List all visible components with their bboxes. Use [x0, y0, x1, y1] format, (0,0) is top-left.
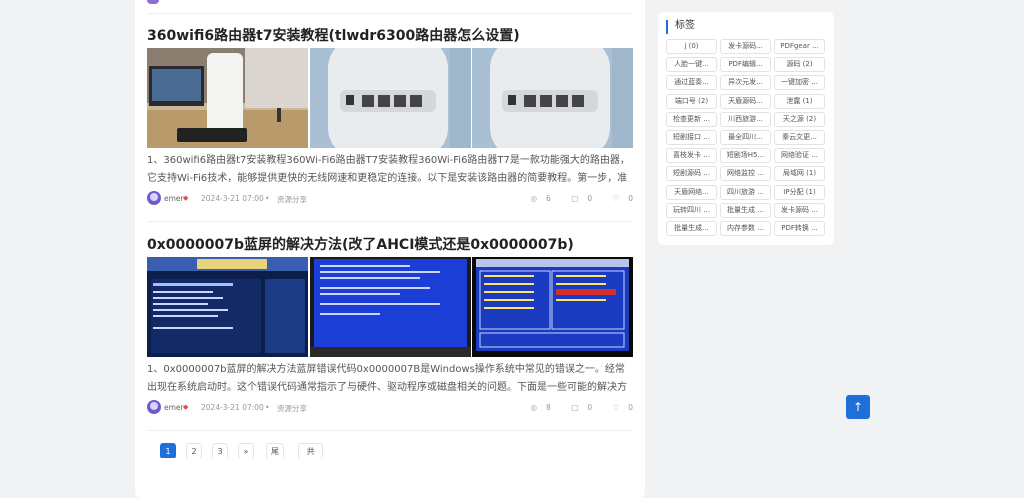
tag-item[interactable]: j (0)	[666, 39, 717, 54]
post-card: 0x0000007b蓝屏的解决方法(改了AHCI模式还是0x0000007b)	[147, 235, 633, 414]
post-date: 2024-3-21 07:00	[201, 194, 264, 203]
cmos-setup-thumbnail[interactable]	[472, 257, 633, 357]
author-name[interactable]: emer	[164, 194, 184, 203]
blue-screen-thumbnail[interactable]	[310, 257, 471, 357]
likes-stat: ♡ 0	[612, 403, 633, 412]
tag-cloud-widget: 标签 j (0) 发卡源码... PDFgear ... 人脸一键... PDF编辑..…	[658, 12, 834, 245]
separator-dot: •	[265, 403, 270, 412]
divider	[147, 13, 633, 14]
next-section-card	[135, 458, 645, 498]
tag-item[interactable]: 川西旅游...	[720, 111, 771, 127]
last-page-button[interactable]: 尾页	[266, 443, 284, 472]
tag-item[interactable]: 短剧源码 ...	[666, 166, 717, 182]
separator-dot: •	[265, 194, 270, 203]
tag-item[interactable]: 内存参数 ...	[720, 221, 771, 236]
post-list: 360wifi6路由器t7安装教程(tlwdr6300路由器怎么设置) 1、36…	[135, 0, 645, 470]
post-meta: emer ◆ 2024-3-21 07:00 • 资源分享 ◎ 8 ▢ 0 ♡ 0	[147, 400, 633, 416]
tag-item[interactable]: 发卡源码 ...	[774, 202, 825, 218]
router-photo-thumbnail[interactable]	[147, 48, 308, 148]
diamond-icon: ◆	[183, 403, 189, 411]
post-meta: emer ◆ 2024-3-21 07:00 • 资源分享 ◎ 6 ▢ 0 ♡ 0	[147, 191, 633, 207]
views-stat: ◎ 6	[530, 194, 551, 203]
total-pages-label: 共 705 页	[298, 443, 324, 488]
tag-item[interactable]: 发卡源码...	[720, 39, 771, 54]
post-thumbnails[interactable]	[147, 48, 633, 148]
tag-item[interactable]: 端口号 (2)	[666, 93, 717, 109]
tag-item[interactable]: PDF编辑...	[720, 57, 771, 73]
tag-item[interactable]: 网络验证 ...	[774, 148, 825, 164]
tag-item[interactable]: 天盾网络...	[666, 184, 717, 200]
tag-item[interactable]: 网络监控 ...	[720, 166, 771, 182]
post-title[interactable]: 360wifi6路由器t7安装教程(tlwdr6300路由器怎么设置)	[147, 26, 633, 46]
comments-stat: ▢ 0	[571, 194, 593, 203]
comments-stat: ▢ 0	[571, 403, 593, 412]
post-date: 2024-3-21 07:00	[201, 403, 264, 412]
thumbs-up-icon: ♡	[612, 403, 620, 412]
diamond-icon: ◆	[183, 194, 189, 202]
tag-item[interactable]: 四川旅游 ...	[720, 184, 771, 200]
post-category[interactable]: 资源分享	[277, 403, 307, 414]
tag-item[interactable]: PDF转换 ...	[774, 221, 825, 236]
next-page-button[interactable]: »	[238, 443, 254, 459]
tag-item[interactable]: 人脸一键...	[666, 57, 717, 73]
eye-icon: ◎	[530, 194, 538, 203]
post-title[interactable]: 0x0000007b蓝屏的解决方法(改了AHCI模式还是0x0000007b)	[147, 235, 633, 255]
page-3-button[interactable]: 3	[212, 443, 228, 459]
tag-item[interactable]: 检查更新 ...	[666, 111, 717, 127]
post-stats: ◎ 6 ▢ 0 ♡ 0	[513, 194, 634, 203]
tag-item[interactable]: 秦云文更...	[774, 130, 825, 145]
likes-stat: ♡ 0	[612, 194, 633, 203]
tag-item[interactable]: 喜枝发卡 ...	[666, 148, 717, 164]
router-ports-thumbnail[interactable]	[310, 48, 471, 148]
comment-icon: ▢	[571, 194, 579, 203]
tag-item[interactable]: 一键加密 ...	[774, 75, 825, 91]
post-excerpt: 1、0x0000007b蓝屏的解决方法蓝屏错误代码0x0000007B是Wind…	[147, 364, 627, 393]
tag-item[interactable]: 玩转四川 ...	[666, 202, 717, 218]
tag-item[interactable]: 批量生成...	[666, 221, 717, 236]
thumbs-up-icon: ♡	[612, 194, 620, 203]
comment-icon: ▢	[571, 403, 579, 412]
tag-item[interactable]: 源码 (2)	[774, 57, 825, 73]
tag-item[interactable]: 泄露 (1)	[774, 93, 825, 109]
tag-item[interactable]: 通过蓝奏...	[666, 75, 717, 91]
post-card: 360wifi6路由器t7安装教程(tlwdr6300路由器怎么设置) 1、36…	[147, 26, 633, 205]
divider	[147, 221, 633, 222]
widget-title: 标签	[666, 20, 695, 34]
post-category[interactable]: 资源分享	[277, 194, 307, 205]
tag-item[interactable]: 批量生成 ...	[720, 202, 771, 218]
tag-item[interactable]: 短剧场H5...	[720, 148, 771, 164]
tag-item[interactable]: 短剧接口 ...	[666, 130, 717, 145]
tag-item[interactable]: 天之源 (2)	[774, 111, 825, 127]
post-excerpt: 1、360wifi6路由器t7安装教程360Wi-Fi6路由器T7安装教程360…	[147, 155, 630, 184]
tag-item[interactable]: PDFgear ...	[774, 39, 825, 54]
back-to-top-button[interactable]: ↑	[846, 395, 870, 419]
bios-screen-thumbnail[interactable]	[147, 257, 308, 357]
post-stats: ◎ 8 ▢ 0 ♡ 0	[513, 403, 634, 412]
previous-post-avatar	[147, 0, 159, 4]
avatar[interactable]	[147, 191, 161, 205]
tag-item[interactable]: 最全四川...	[720, 130, 771, 145]
post-thumbnails[interactable]	[147, 257, 633, 357]
router-ports-thumbnail[interactable]	[472, 48, 633, 148]
tag-item[interactable]: 局域网 (1)	[774, 166, 825, 182]
views-stat: ◎ 8	[530, 403, 551, 412]
tag-item[interactable]: 天盾源码...	[720, 93, 771, 109]
page-1-button[interactable]: 1	[160, 443, 176, 459]
divider	[147, 430, 633, 431]
avatar[interactable]	[147, 400, 161, 414]
author-name[interactable]: emer	[164, 403, 184, 412]
page-2-button[interactable]: 2	[186, 443, 202, 459]
tag-item[interactable]: IP分配 (1)	[774, 184, 825, 200]
tag-item[interactable]: 异次元发...	[720, 75, 771, 91]
eye-icon: ◎	[530, 403, 538, 412]
